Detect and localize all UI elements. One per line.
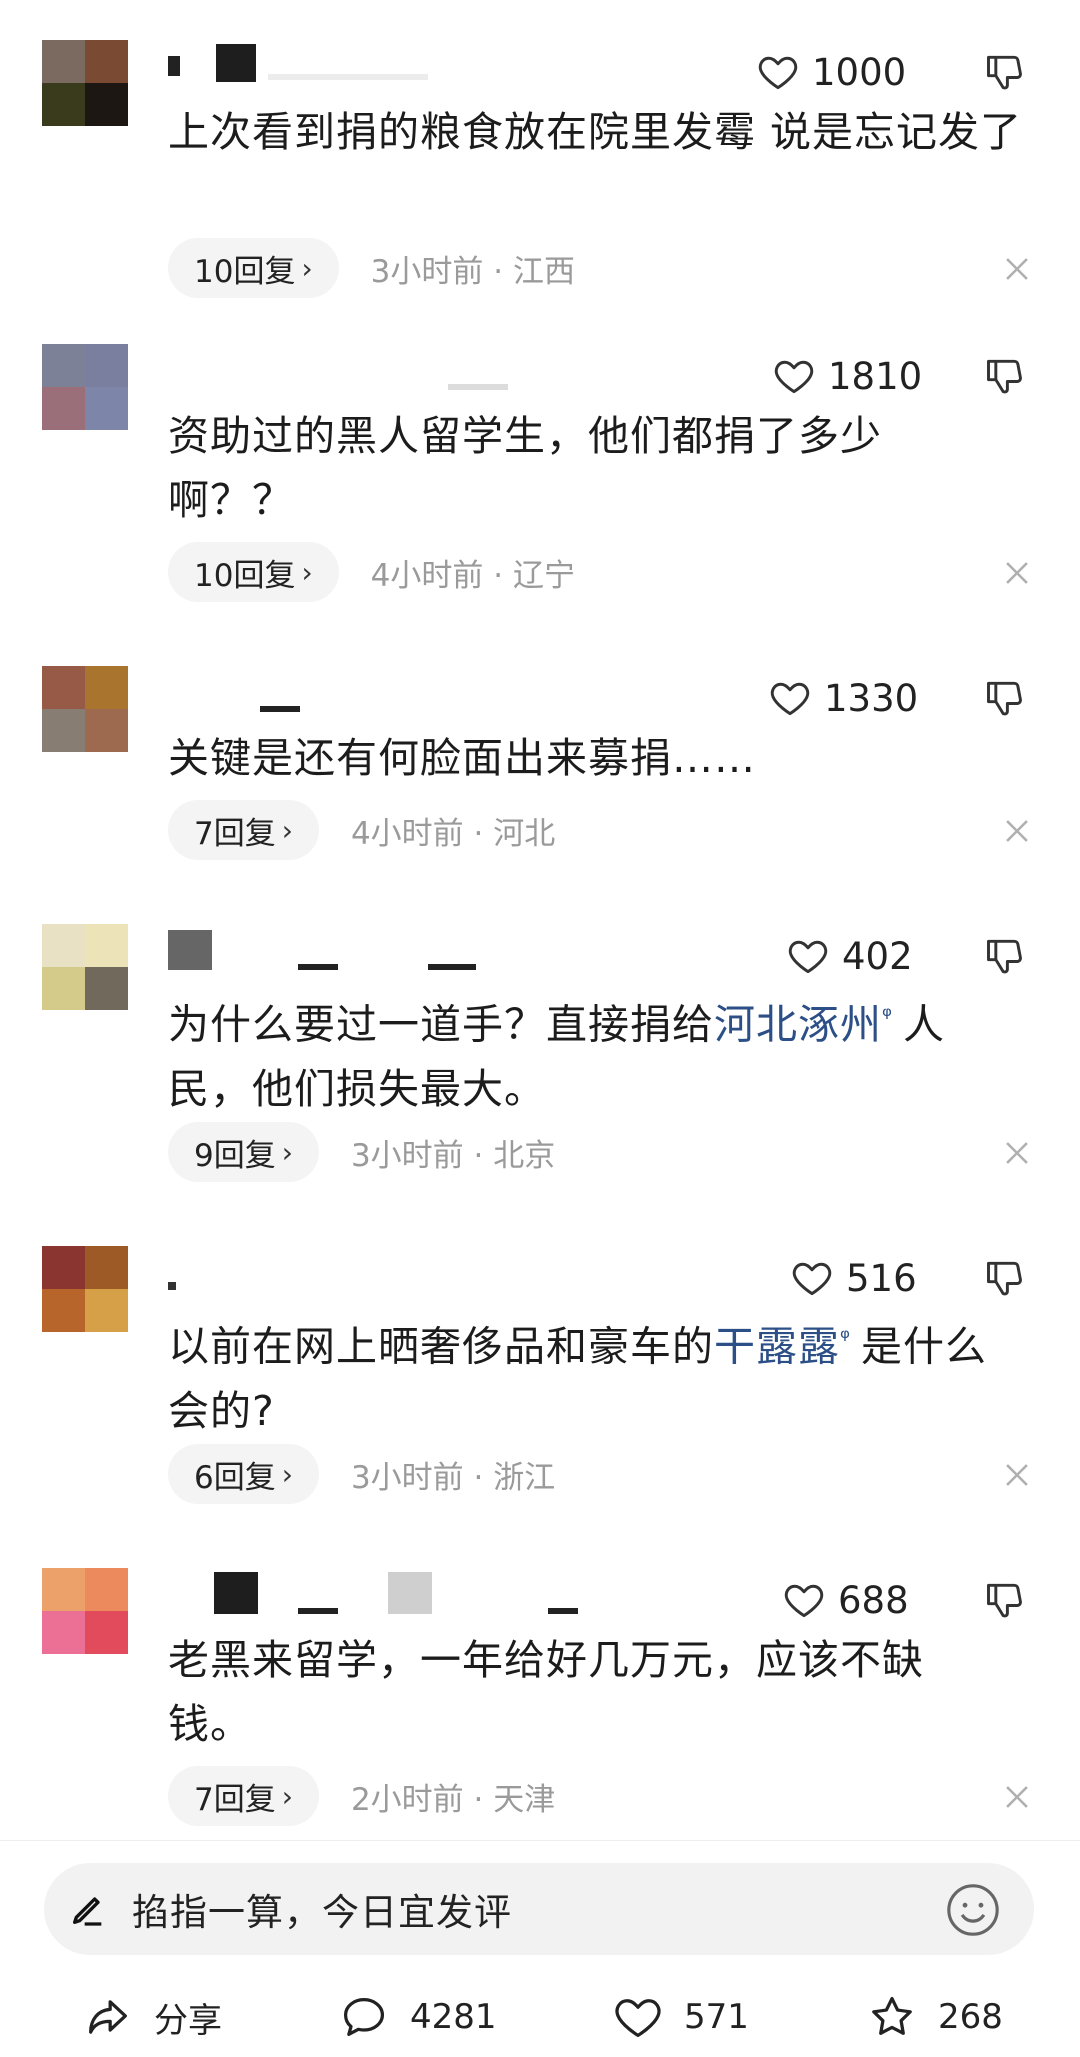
close-icon[interactable] (1000, 1136, 1034, 1170)
like-count: 1810 (828, 354, 923, 398)
search-icon: ᵠ (882, 1002, 893, 1030)
comment-text: 上次看到捐的粮食放在院里发霉 说是忘记发了 (168, 108, 1023, 156)
favorites-count: 268 (938, 1997, 1003, 2037)
comment-input-placeholder: 掐指一算，今日宜发评 (132, 1891, 512, 1934)
avatar[interactable] (42, 924, 128, 1010)
likes-count: 571 (684, 1997, 749, 2037)
username-redacted[interactable] (168, 348, 588, 390)
chevron-right-icon: › (281, 1135, 293, 1169)
smiley-icon[interactable] (944, 1881, 1002, 1939)
comment-text: 资助过的黑人留学生，他们都捐了多少啊？？ (168, 412, 882, 524)
time-location: 3小时前 · 江西 (370, 253, 575, 290)
like-count: 402 (842, 934, 913, 978)
thumbs-down-icon[interactable] (983, 50, 1027, 94)
close-icon[interactable] (1000, 1458, 1034, 1492)
avatar[interactable] (42, 40, 128, 126)
time-location: 3小时前 · 浙江 (350, 1459, 556, 1496)
username-redacted[interactable] (168, 1250, 588, 1290)
chevron-right-icon: › (301, 555, 313, 589)
avatar[interactable] (42, 666, 128, 752)
replies-button[interactable]: 10回复 › (168, 238, 339, 298)
thumbs-down-icon[interactable] (983, 934, 1027, 978)
comment-text: 以前在网上晒奢侈品和豪车的干露露ᵠ 是什么会的? (168, 1322, 987, 1435)
like-button[interactable]: 1000 (756, 50, 906, 94)
like-button[interactable]: 1810 (772, 354, 922, 398)
heart-outline-icon (615, 1999, 661, 2038)
replies-button[interactable]: 6回复 › (168, 1444, 319, 1504)
thumbs-down-icon[interactable] (983, 676, 1027, 720)
chevron-right-icon: › (281, 1779, 293, 1813)
comment-text: 为什么要过一道手？直接捐给河北涿州ᵠ 人民，他们损失最大。 (168, 1000, 945, 1113)
username-redacted[interactable] (168, 670, 588, 712)
like-count: 1330 (824, 676, 919, 720)
thumbs-down-icon[interactable] (983, 1256, 1027, 1300)
close-icon[interactable] (1000, 556, 1034, 590)
comment-meta: 10回复 › 3小时前 · 江西 (168, 238, 575, 298)
bottom-bar: 掐指一算，今日宜发评 分享 4281 571 268 (0, 1840, 1080, 2049)
replies-button[interactable]: 7回复 › (168, 800, 319, 860)
replies-button[interactable]: 7回复 › (168, 1766, 319, 1826)
time-location: 3小时前 · 北京 (350, 1137, 556, 1174)
heart-outline-icon (784, 1584, 824, 1618)
like-button[interactable]: 402 (786, 934, 913, 978)
heart-outline-icon (774, 360, 814, 394)
comment-meta: 7回复 › 4小时前 · 河北 (168, 800, 555, 860)
star-outline-icon (872, 1996, 912, 2035)
share-button[interactable]: 分享 (82, 1991, 222, 2043)
like-button[interactable]: 688 (782, 1578, 909, 1622)
close-icon[interactable] (1000, 1780, 1034, 1814)
username-redacted[interactable] (168, 928, 588, 970)
replies-button[interactable]: 9回复 › (168, 1122, 319, 1182)
heart-outline-icon (788, 940, 828, 974)
thumbs-down-icon[interactable] (983, 1578, 1027, 1622)
search-icon: ᵠ (840, 1324, 851, 1352)
close-icon[interactable] (1000, 252, 1034, 286)
thumbs-down-icon[interactable] (983, 354, 1027, 398)
share-arrow-icon (89, 2000, 127, 2034)
pen-icon (73, 1897, 102, 1926)
like-button[interactable]: 1330 (768, 676, 918, 720)
avatar[interactable] (42, 344, 128, 430)
comment-meta: 9回复 › 3小时前 · 北京 (168, 1122, 555, 1182)
replies-button[interactable]: 10回复 › (168, 542, 339, 602)
share-label: 分享 (154, 2000, 222, 2041)
avatar[interactable] (42, 1246, 128, 1332)
close-icon[interactable] (1000, 814, 1034, 848)
like-count: 688 (838, 1578, 909, 1622)
heart-outline-icon (792, 1262, 832, 1296)
chevron-right-icon: › (301, 251, 313, 285)
like-count: 516 (846, 1256, 917, 1300)
like-count: 1000 (812, 50, 907, 94)
time-location: 4小时前 · 河北 (350, 815, 556, 852)
time-location: 2小时前 · 天津 (350, 1781, 556, 1818)
time-location: 4小时前 · 辽宁 (370, 557, 575, 594)
chevron-right-icon: › (281, 813, 293, 847)
avatar[interactable] (42, 1568, 128, 1654)
comment-text: 关键是还有何脸面出来募捐…… (168, 734, 756, 782)
comment-meta: 10回复 › 4小时前 · 辽宁 (168, 542, 575, 602)
keyword-link[interactable]: 干露露 (714, 1323, 840, 1371)
heart-outline-icon (770, 682, 810, 716)
favorite-button[interactable]: 268 (866, 1991, 1003, 2043)
heart-outline-icon (758, 56, 798, 90)
speech-bubble-icon (343, 1998, 385, 2036)
action-bar: 分享 4281 571 268 (0, 1996, 1080, 2057)
comments-button[interactable]: 4281 (338, 1991, 497, 2043)
chevron-right-icon: › (281, 1457, 293, 1491)
comment-input[interactable]: 掐指一算，今日宜发评 (44, 1863, 1034, 1955)
like-post-button[interactable]: 571 (612, 1991, 749, 2043)
comment-meta: 6回复 › 3小时前 · 浙江 (168, 1444, 555, 1504)
comments-count: 4281 (410, 1997, 497, 2037)
like-button[interactable]: 516 (790, 1256, 917, 1300)
username-redacted[interactable] (168, 44, 588, 84)
username-redacted[interactable] (168, 1572, 588, 1614)
comment-meta: 7回复 › 2小时前 · 天津 (168, 1766, 555, 1826)
keyword-link[interactable]: 河北涿州 (714, 1001, 882, 1049)
comment-text: 老黑来留学，一年给好几万元，应该不缺钱。 (168, 1636, 924, 1748)
